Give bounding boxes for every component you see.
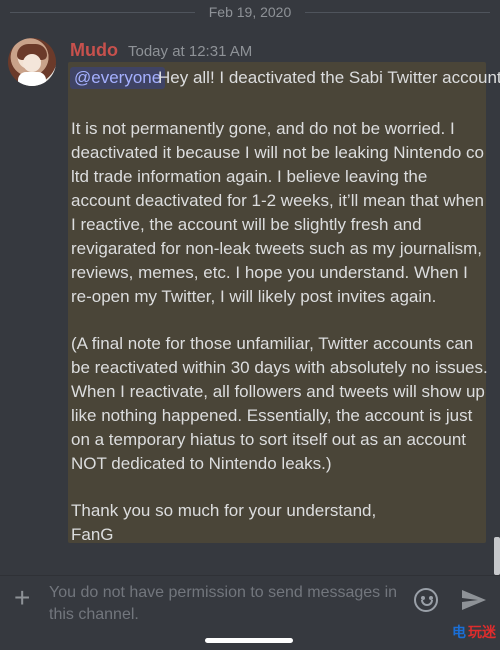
avatar[interactable] [8, 38, 56, 86]
message-paragraph-3: Thank you so much for your understand, F… [71, 501, 377, 544]
message-first-line: Hey all! I deactivated the Sabi Twitter … [158, 68, 500, 87]
message-author[interactable]: Mudo [70, 40, 118, 61]
watermark-logo: 电 玩迷 [452, 624, 496, 640]
divider-line-right [305, 12, 490, 13]
plus-icon[interactable]: + [14, 583, 30, 613]
home-indicator [205, 638, 293, 643]
emoji-icon[interactable] [414, 588, 438, 612]
message-input-placeholder: You do not have permission to send messa… [49, 584, 398, 623]
send-icon[interactable] [461, 588, 487, 612]
date-divider: Feb 19, 2020 [0, 0, 500, 24]
message-paragraph-2: (A final note for those unfamiliar, Twit… [71, 334, 488, 473]
everyone-mention[interactable]: @everyone [70, 67, 166, 89]
scrollbar-thumb[interactable] [494, 537, 500, 575]
message-timestamp: Today at 12:31 AM [128, 43, 253, 60]
message-paragraph-1: It is not permanently gone, and do not b… [71, 119, 484, 306]
